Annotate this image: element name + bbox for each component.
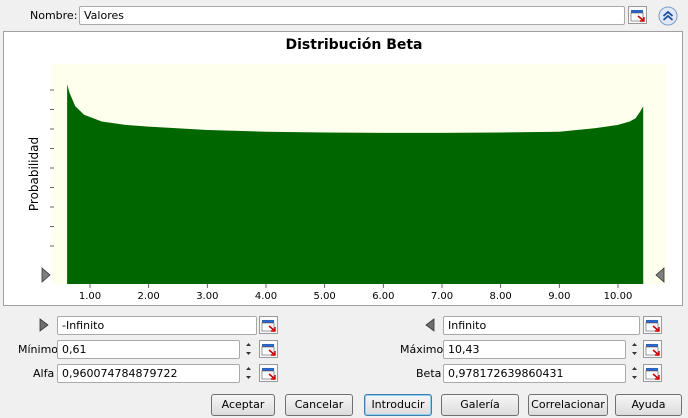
beta-label: Beta bbox=[416, 367, 442, 380]
beta-cell-reference-icon[interactable] bbox=[643, 364, 662, 382]
left-bound-arrow-icon bbox=[38, 318, 50, 332]
min-spinner[interactable] bbox=[243, 340, 254, 359]
alpha-cell-reference-icon[interactable] bbox=[259, 364, 278, 382]
alpha-spinner[interactable] bbox=[243, 364, 254, 383]
y-axis-label: Probabilidad bbox=[27, 137, 41, 211]
spin-down-icon[interactable] bbox=[629, 349, 640, 358]
min-cell-reference-icon[interactable] bbox=[259, 340, 278, 358]
chart-panel: Distribución Beta Probabilidad 1.00 2.00 3… bbox=[3, 31, 683, 306]
x-tick-label: 7.00 bbox=[431, 291, 453, 302]
name-label: Nombre: bbox=[30, 9, 78, 22]
spin-up-icon[interactable] bbox=[629, 364, 640, 373]
left-slider-handle[interactable] bbox=[41, 267, 51, 283]
x-tick-label: 9.00 bbox=[548, 291, 570, 302]
right-bound-cell-reference-icon[interactable] bbox=[643, 316, 662, 334]
spin-down-icon[interactable] bbox=[243, 373, 254, 382]
max-input[interactable]: 10,43 bbox=[443, 340, 626, 359]
name-input[interactable]: Valores bbox=[79, 6, 625, 25]
spin-down-icon[interactable] bbox=[243, 349, 254, 358]
x-tick-label: 10.00 bbox=[604, 291, 633, 302]
help-button[interactable]: Ayuda bbox=[615, 394, 682, 416]
max-label: Máximo bbox=[400, 343, 444, 356]
beta-spinner[interactable] bbox=[629, 364, 640, 383]
spin-up-icon[interactable] bbox=[629, 340, 640, 349]
correlate-button[interactable]: Correlacionar bbox=[528, 394, 608, 416]
alpha-input[interactable]: 0,960074784879722 bbox=[57, 364, 240, 383]
beta-input[interactable]: 0,978172639860431 bbox=[443, 364, 626, 383]
x-tick-label: 4.00 bbox=[255, 291, 277, 302]
max-spinner[interactable] bbox=[629, 340, 640, 359]
left-bound-input[interactable]: -Infinito bbox=[57, 316, 257, 335]
chart-title: Distribución Beta bbox=[286, 37, 423, 53]
enter-button[interactable]: Introducir bbox=[364, 394, 432, 416]
x-tick-label: 2.00 bbox=[138, 291, 160, 302]
x-tick-label: 3.00 bbox=[196, 291, 218, 302]
x-tick-label: 1.00 bbox=[79, 291, 101, 302]
x-axis-ticks: 1.00 2.00 3.00 4.00 5.00 6.00 7.00 8.00 9.00 10.0… bbox=[79, 284, 632, 302]
name-cell-reference-icon[interactable] bbox=[628, 6, 647, 24]
spin-up-icon[interactable] bbox=[243, 364, 254, 373]
x-tick-label: 6.00 bbox=[372, 291, 394, 302]
x-tick-label: 5.00 bbox=[314, 291, 336, 302]
min-input[interactable]: 0,61 bbox=[57, 340, 240, 359]
accept-button[interactable]: Aceptar bbox=[211, 394, 275, 416]
spin-up-icon[interactable] bbox=[243, 340, 254, 349]
left-bound-cell-reference-icon[interactable] bbox=[259, 316, 278, 334]
min-label: Mínimo bbox=[18, 343, 59, 356]
alpha-label: Alfa bbox=[33, 367, 55, 380]
collapse-double-chevron-up-icon[interactable] bbox=[658, 6, 678, 26]
spin-down-icon[interactable] bbox=[629, 373, 640, 382]
max-cell-reference-icon[interactable] bbox=[643, 340, 662, 358]
right-bound-arrow-icon bbox=[424, 318, 436, 332]
gallery-button[interactable]: Galería bbox=[441, 394, 519, 416]
x-tick-label: 8.00 bbox=[490, 291, 512, 302]
right-bound-input[interactable]: Infinito bbox=[443, 316, 640, 335]
beta-distribution-chart: Distribución Beta Probabilidad 1.00 2.00 3… bbox=[27, 37, 666, 302]
cancel-button[interactable]: Cancelar bbox=[285, 394, 353, 416]
